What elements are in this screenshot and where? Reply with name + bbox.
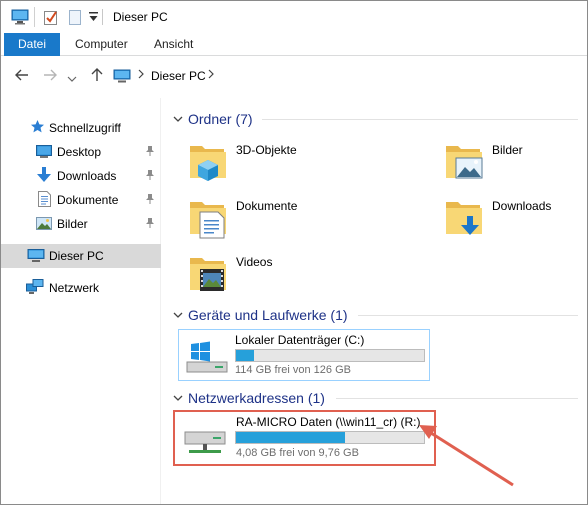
group-header-network[interactable]: Netzwerkadressen (1) <box>172 389 325 407</box>
pictures-folder-icon <box>442 140 486 187</box>
star-icon <box>30 119 45 137</box>
3d-objects-folder-icon <box>186 140 230 187</box>
window-title: Dieser PC <box>113 10 168 24</box>
folder-label: Videos <box>236 255 273 269</box>
address-location[interactable]: Dieser PC <box>151 69 206 83</box>
sidebar-item-label: Desktop <box>57 145 102 159</box>
folder-videos[interactable]: Videos <box>186 252 406 302</box>
drive-capacity-fill <box>236 350 254 361</box>
group-title: Geräte und Laufwerke (1) <box>188 307 348 323</box>
folder-label: Bilder <box>492 143 523 157</box>
sidebar-item-this-pc[interactable]: Dieser PC <box>1 244 161 268</box>
navigation-bar: Dieser PC <box>1 57 587 97</box>
pin-icon[interactable] <box>145 217 155 232</box>
folder-label: 3D-Objekte <box>236 143 297 157</box>
content-pane: Ordner (7) 3D-Objekte Bilder Dokumente D… <box>162 98 587 504</box>
drive-network-r[interactable]: RA-MICRO Daten (\\win11_cr) (R:) 4,08 GB… <box>173 410 436 466</box>
drive-capacity-bar <box>235 431 425 444</box>
windows-drive-icon <box>185 340 229 377</box>
videos-folder-icon <box>186 252 230 299</box>
folder-label: Downloads <box>492 199 552 213</box>
folder-3d-objects[interactable]: 3D-Objekte <box>186 140 406 190</box>
folder-pictures[interactable]: Bilder <box>442 140 582 190</box>
group-divider <box>336 398 578 399</box>
sidebar-item-label: Dieser PC <box>49 249 104 263</box>
sidebar-item-label: Dokumente <box>57 193 119 207</box>
drive-capacity-bar <box>235 349 425 362</box>
pin-icon[interactable] <box>145 145 155 160</box>
sidebar-item-quick-access[interactable]: Schnellzugriff <box>1 116 161 140</box>
navigation-pane: Schnellzugriff Desktop Downloads Dokumen… <box>1 98 161 504</box>
folder-label: Dokumente <box>236 199 298 213</box>
document-icon <box>38 191 51 210</box>
collapse-chevron-icon[interactable] <box>172 113 184 125</box>
network-drive-icon <box>183 426 227 461</box>
drive-local-c[interactable]: Lokaler Datenträger (C:) 114 GB frei von… <box>178 329 430 381</box>
address-breadcrumb-chevron-icon[interactable] <box>207 68 215 83</box>
sidebar-item-pictures[interactable]: Bilder <box>1 212 161 236</box>
drive-free-space: 4,08 GB frei von 9,76 GB <box>236 447 359 459</box>
collapse-chevron-icon[interactable] <box>172 392 184 404</box>
downloads-folder-icon <box>442 196 486 243</box>
group-divider <box>358 315 578 316</box>
forward-arrow-icon[interactable] <box>41 67 59 85</box>
address-computer-icon <box>113 69 131 87</box>
sidebar-item-desktop[interactable]: Desktop <box>1 140 161 164</box>
picture-icon <box>36 217 52 233</box>
properties-icon[interactable] <box>43 9 59 29</box>
explorer-window: Dieser PC Datei Computer Ansicht Dieser … <box>0 0 588 505</box>
drive-name: RA-MICRO Daten (\\win11_cr) (R:) <box>236 415 421 429</box>
group-title: Ordner (7) <box>188 111 253 127</box>
folder-documents[interactable]: Dokumente <box>186 196 406 246</box>
drive-free-space: 114 GB frei von 126 GB <box>235 364 351 376</box>
pin-icon[interactable] <box>145 169 155 184</box>
tab-computer[interactable]: Computer <box>63 33 140 56</box>
tab-ansicht[interactable]: Ansicht <box>142 33 205 56</box>
network-icon <box>26 279 44 298</box>
drive-capacity-fill <box>236 432 346 443</box>
desktop-icon <box>36 145 52 162</box>
drive-name: Lokaler Datenträger (C:) <box>235 333 365 347</box>
group-header-folders[interactable]: Ordner (7) <box>172 110 253 128</box>
computer-icon <box>11 9 29 28</box>
sidebar-item-label: Bilder <box>57 217 88 231</box>
sidebar-item-downloads[interactable]: Downloads <box>1 164 161 188</box>
quick-access-divider <box>34 7 35 27</box>
customize-quick-access-icon[interactable] <box>89 11 98 25</box>
download-icon <box>37 167 51 186</box>
sidebar-item-label: Schnellzugriff <box>49 121 121 135</box>
ribbon: Datei Computer Ansicht <box>1 33 587 56</box>
up-arrow-icon[interactable] <box>88 67 106 85</box>
folder-downloads[interactable]: Downloads <box>442 196 582 246</box>
group-header-devices[interactable]: Geräte und Laufwerke (1) <box>172 306 348 324</box>
group-divider <box>262 119 578 120</box>
documents-folder-icon <box>186 196 230 243</box>
sidebar-item-documents[interactable]: Dokumente <box>1 188 161 212</box>
recent-locations-chevron-icon[interactable] <box>63 70 81 88</box>
back-arrow-icon[interactable] <box>13 67 31 85</box>
tab-datei[interactable]: Datei <box>4 33 60 56</box>
computer-icon <box>27 249 45 266</box>
new-folder-icon[interactable] <box>68 9 82 29</box>
pin-icon[interactable] <box>145 193 155 208</box>
group-title: Netzwerkadressen (1) <box>188 390 325 406</box>
collapse-chevron-icon[interactable] <box>172 309 184 321</box>
title-separator <box>102 9 103 25</box>
address-separator-chevron-icon[interactable] <box>137 68 145 83</box>
title-bar: Dieser PC <box>1 1 587 33</box>
sidebar-item-network[interactable]: Netzwerk <box>1 276 161 300</box>
sidebar-item-label: Downloads <box>57 169 117 183</box>
sidebar-item-label: Netzwerk <box>49 281 100 295</box>
